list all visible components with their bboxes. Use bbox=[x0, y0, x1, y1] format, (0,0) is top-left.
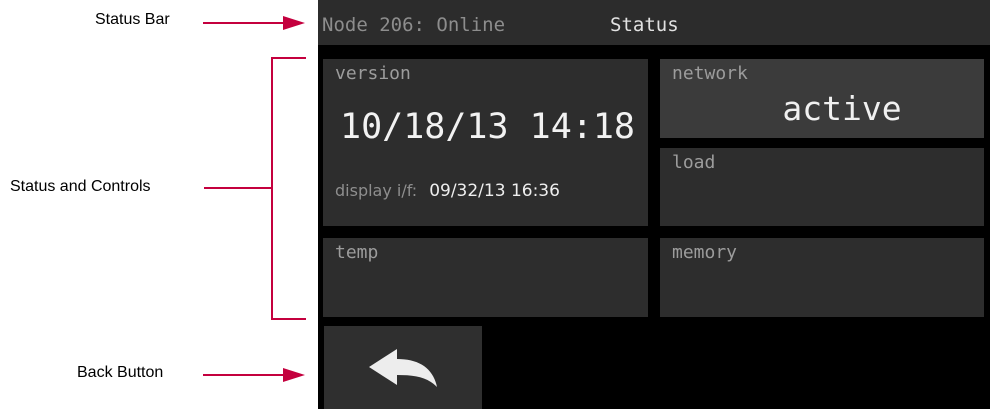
annotation-arrow bbox=[283, 368, 305, 382]
annotation-bracket-bottom bbox=[271, 318, 306, 320]
annotation-line bbox=[203, 374, 283, 376]
annotation-bracket-top bbox=[271, 57, 306, 59]
annotation-label-back-button: Back Button bbox=[77, 364, 164, 381]
panel-label: load bbox=[672, 152, 716, 173]
version-datetime: 10/18/13 14:18 bbox=[340, 107, 636, 147]
panel-label: temp bbox=[335, 242, 379, 263]
page-title: Status bbox=[610, 14, 679, 36]
panel-label: network bbox=[672, 63, 748, 84]
panel-load[interactable]: load bbox=[660, 148, 984, 226]
annotation-label-status-controls: Status and Controls bbox=[10, 178, 151, 195]
status-bar: Node 206: Online Status bbox=[318, 0, 990, 45]
node-status: Node 206: Online bbox=[322, 14, 506, 36]
display-interface-label: display i/f: bbox=[335, 181, 418, 200]
panel-temp[interactable]: temp bbox=[323, 238, 648, 317]
device-screen: Node 206: Online Status version 10/18/13… bbox=[318, 0, 990, 409]
display-interface-value: 09/32/13 16:36 bbox=[429, 181, 560, 201]
annotation-line bbox=[203, 22, 283, 24]
annotation-arrow bbox=[283, 16, 305, 30]
back-button[interactable] bbox=[324, 326, 482, 409]
annotation-line bbox=[204, 187, 271, 189]
panel-version[interactable]: version 10/18/13 14:18 display i/f: 09/32… bbox=[323, 59, 648, 226]
back-arrow-icon bbox=[369, 349, 437, 387]
network-status-value: active bbox=[782, 89, 902, 128]
panel-network[interactable]: network active bbox=[660, 59, 984, 138]
annotation-bracket-vertical bbox=[271, 57, 273, 320]
panel-label: version bbox=[335, 63, 411, 84]
panel-memory[interactable]: memory bbox=[660, 238, 984, 317]
display-interface-row: display i/f: 09/32/13 16:36 bbox=[335, 181, 560, 201]
annotation-label-status-bar: Status Bar bbox=[95, 11, 170, 28]
panel-label: memory bbox=[672, 242, 738, 263]
